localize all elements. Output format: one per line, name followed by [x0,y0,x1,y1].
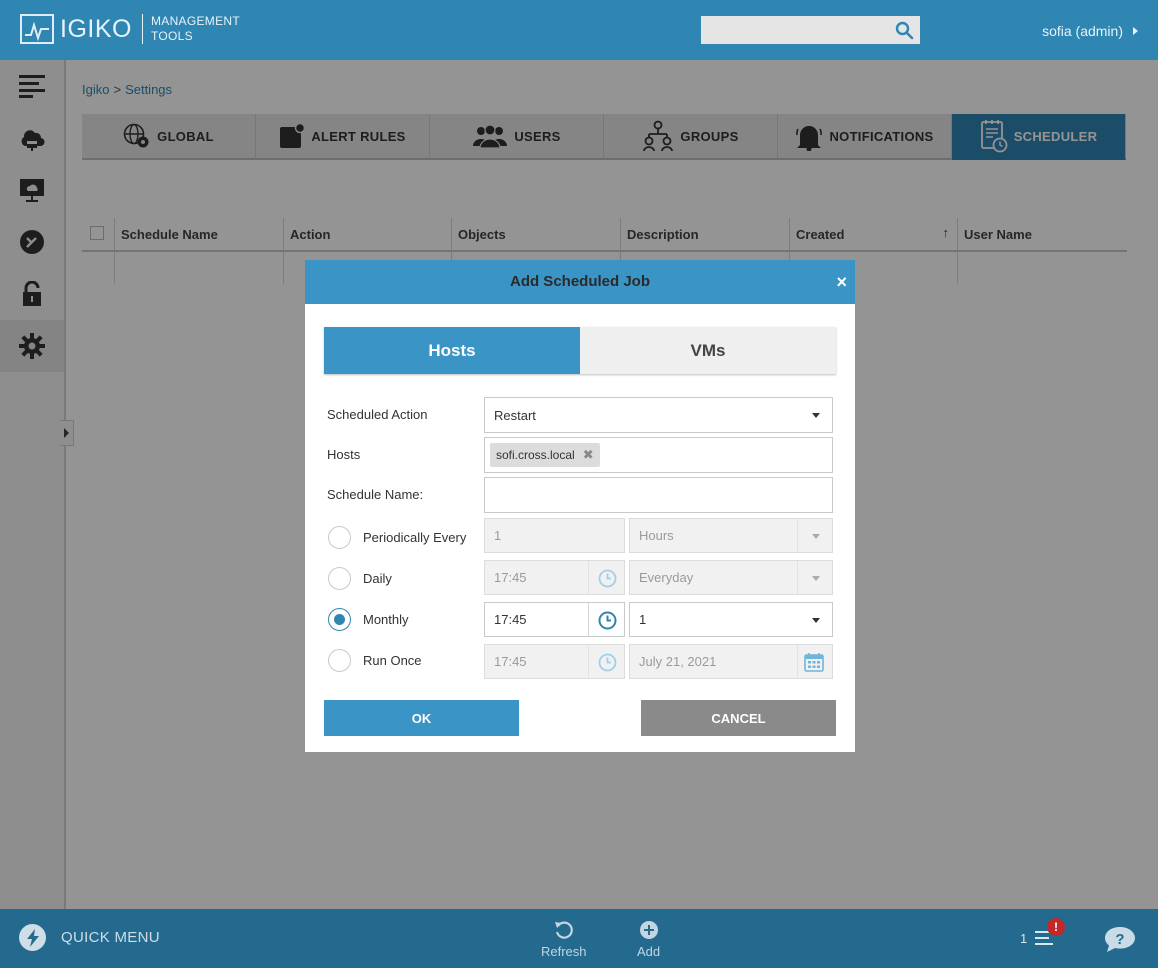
close-icon[interactable]: × [836,260,847,304]
hosts-label: Hosts [327,447,361,462]
radio-periodically[interactable] [328,526,351,549]
schedule-name-input[interactable] [484,477,833,513]
input-divider [588,603,589,636]
notification-count: 1 [1020,930,1028,946]
calendar-icon[interactable] [804,652,824,672]
clock-icon[interactable] [598,569,617,588]
segment-hosts[interactable]: Hosts [324,327,580,374]
run-once-time-input[interactable]: 17:45 [484,644,625,679]
periodically-label: Periodically Every [363,530,467,545]
monthly-time-input[interactable]: 17:45 [484,602,625,637]
logo-subtitle: MANAGEMENT TOOLS [151,14,240,44]
monthly-day-value: 1 [639,612,647,627]
remove-chip-icon[interactable]: ✖ [583,447,594,463]
chevron-down-icon [812,575,820,581]
input-divider [797,645,798,678]
chevron-down-icon [812,533,820,539]
ok-button[interactable]: OK [324,700,519,736]
refresh-label: Refresh [541,944,587,959]
host-chip-label: sofi.cross.local [496,448,575,462]
add-icon [639,921,658,939]
search-icon[interactable] [895,21,914,45]
quick-menu-button[interactable]: QUICK MENU [19,924,160,951]
daily-label: Daily [363,571,392,586]
logo-subtitle-line1: MANAGEMENT [150,14,240,28]
clock-icon[interactable] [598,611,617,630]
run-once-label: Run Once [363,653,422,668]
search-input[interactable] [701,16,920,44]
input-divider [588,645,589,678]
chevron-down-icon [812,413,820,418]
scheduled-action-label: Scheduled Action [327,407,428,422]
logo-divider [141,14,143,44]
scheduled-action-value: Restart [494,407,536,423]
run-once-date-value: July 21, 2021 [639,654,717,669]
bottom-bar: QUICK MENU Refresh Add 1 [0,909,1158,968]
daily-time-value: 17:45 [494,570,527,585]
dialog-title: Add Scheduled Job [509,273,650,290]
lightning-icon [19,924,46,951]
period-unit-value: Hours [639,528,674,543]
alert-badge: ! [1047,918,1065,936]
add-button[interactable]: Add [637,920,660,959]
segment-vms[interactable]: VMs [580,327,836,374]
clock-icon[interactable] [598,653,617,672]
scheduled-action-select[interactable]: Restart [484,397,833,433]
add-label: Add [637,944,661,959]
run-once-time-value: 17:45 [494,654,527,669]
target-type-switch: Hosts VMs [324,327,836,374]
daily-frequency-select[interactable]: Everyday [629,560,833,595]
period-value: 1 [494,528,502,543]
radio-run-once[interactable] [328,649,351,672]
logo-subtitle-line2: TOOLS [150,29,193,43]
dialog-header: Add Scheduled Job × [305,260,855,304]
cancel-button[interactable]: CANCEL [641,700,836,736]
radio-monthly[interactable] [328,608,351,631]
user-menu[interactable]: sofia (admin) [1042,23,1138,39]
select-divider [797,519,798,552]
monthly-time-value: 17:45 [494,612,527,627]
refresh-button[interactable]: Refresh [541,920,587,959]
user-name: sofia (admin) [1042,23,1123,39]
daily-time-input[interactable]: 17:45 [484,560,625,595]
svg-text:?: ? [1115,931,1124,948]
hosts-tag-input[interactable]: sofi.cross.local ✖ [484,437,833,473]
input-divider [588,561,589,594]
daily-frequency-value: Everyday [639,570,694,585]
top-bar: IGIKO MANAGEMENT TOOLS sofia (admin) [0,0,1158,60]
quick-menu-label: QUICK MENU [61,929,160,946]
run-once-date-input[interactable]: July 21, 2021 [629,644,833,679]
chevron-down-icon [812,617,820,623]
refresh-icon [554,921,573,939]
select-divider [797,561,798,594]
period-value-input[interactable]: 1 [484,518,625,553]
host-chip: sofi.cross.local ✖ [490,443,600,467]
monthly-label: Monthly [363,612,409,627]
add-scheduled-job-dialog: Add Scheduled Job × Hosts VMs Scheduled … [305,260,855,752]
monthly-day-select[interactable]: 1 [629,602,833,637]
schedule-name-label: Schedule Name: [327,487,424,502]
radio-daily[interactable] [328,567,351,590]
logo-mark-icon [20,14,54,44]
logo[interactable]: IGIKO MANAGEMENT TOOLS [20,14,240,44]
period-unit-select[interactable]: Hours [629,518,833,553]
help-icon[interactable]: ? [1104,925,1136,958]
chevron-right-icon [1133,27,1138,35]
logo-name: IGIKO [60,14,132,43]
